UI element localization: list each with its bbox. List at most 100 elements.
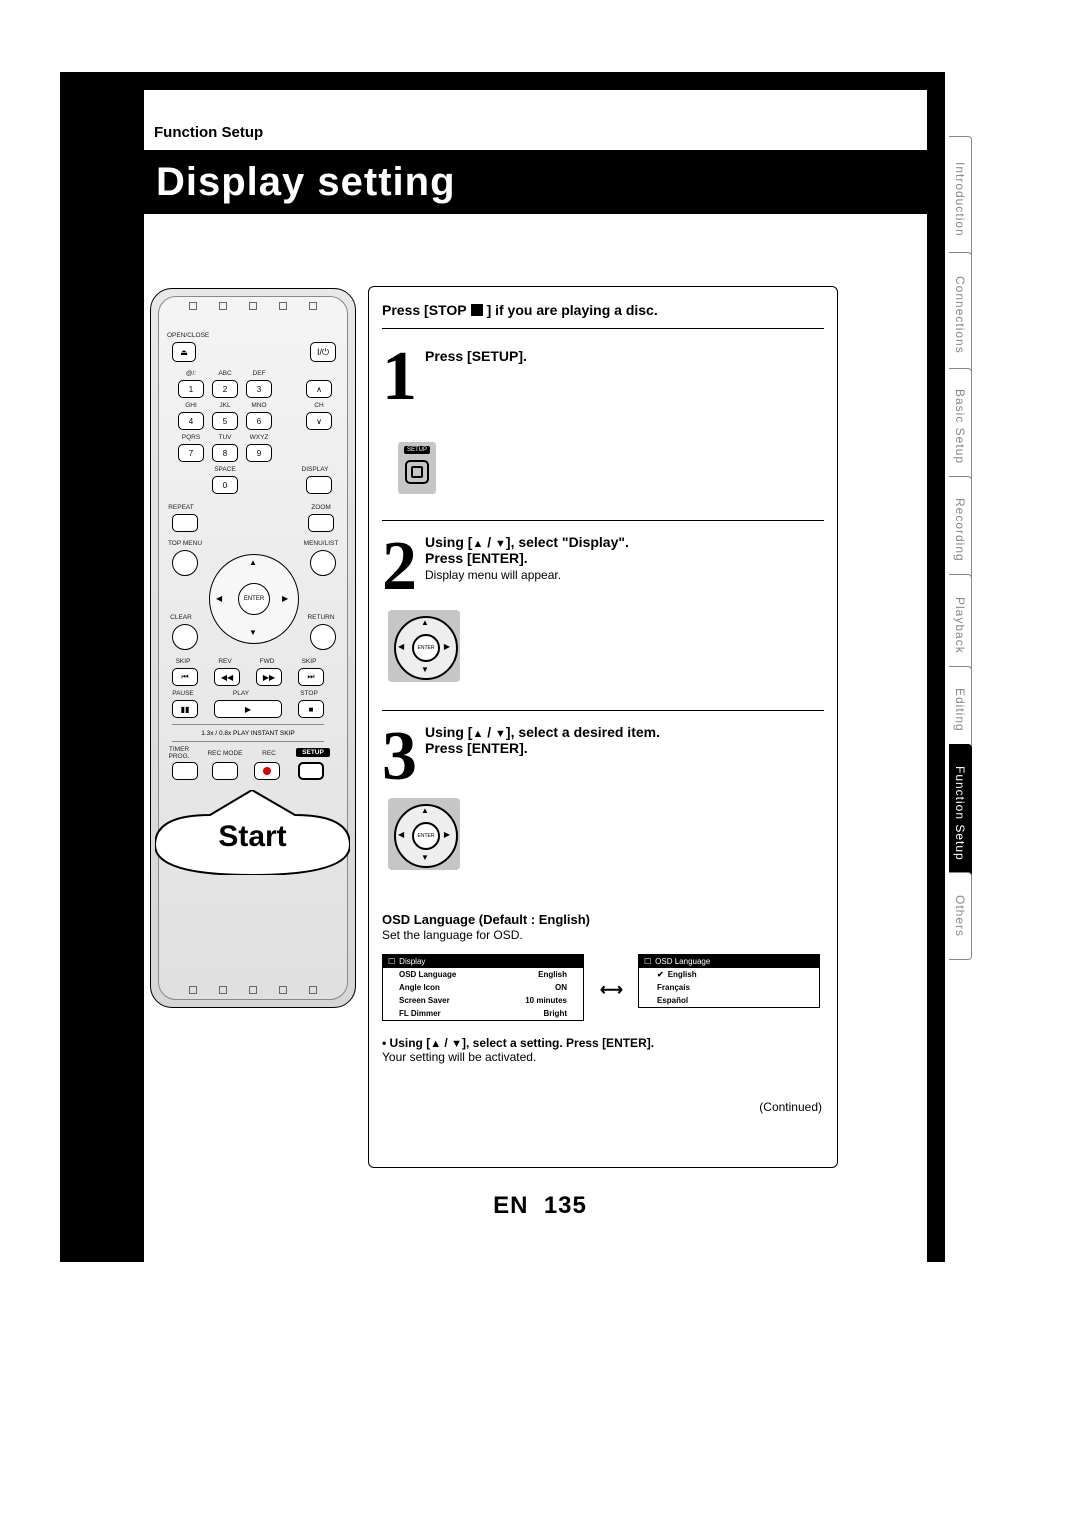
menu-list-button[interactable] <box>310 550 336 576</box>
tab-basic-setup[interactable]: Basic Setup <box>949 368 972 486</box>
label-stop: STOP <box>294 690 324 697</box>
step-3-number: 3 <box>382 722 417 792</box>
key-0[interactable]: 0 <box>212 476 238 494</box>
key-2[interactable]: 2 <box>212 380 238 398</box>
top-menu-button[interactable] <box>172 550 198 576</box>
key-5[interactable]: 5 <box>212 412 238 430</box>
continued-label: (Continued) <box>759 1100 822 1114</box>
frame-right <box>927 72 945 1262</box>
kl-8: TUV <box>210 434 240 441</box>
tab-introduction[interactable]: Introduction <box>949 136 972 262</box>
key-3[interactable]: 3 <box>246 380 272 398</box>
top-instruction: Press [STOP ] if you are playing a disc. <box>382 302 658 318</box>
instruction-panel: Press [STOP ] if you are playing a disc.… <box>368 290 838 1160</box>
label-clear: CLEAR <box>166 614 196 621</box>
label-top-menu: TOP MENU <box>160 540 210 547</box>
dpad-down-icon: ▼ <box>249 628 257 637</box>
label-fwd: FWD <box>252 658 282 665</box>
osd-heading: OSD Language (Default : English) Set the… <box>382 912 590 942</box>
kl-2: ABC <box>210 370 240 377</box>
tab-others[interactable]: Others <box>949 872 972 960</box>
tab-connections[interactable]: Connections <box>949 252 972 378</box>
zoom-button[interactable] <box>308 514 334 532</box>
rec-mode-button[interactable] <box>212 762 238 780</box>
kl-7: PQRS <box>176 434 206 441</box>
dpad-diagram-1: ENTER ▲ ▼ ◀ ▶ <box>388 610 460 682</box>
pause-button[interactable]: ▮▮ <box>172 700 198 718</box>
key-9[interactable]: 9 <box>246 444 272 462</box>
enter-button[interactable]: ENTER <box>238 583 270 615</box>
tab-recording[interactable]: Recording <box>949 476 972 584</box>
label-rec-mode: REC MODE <box>200 750 250 757</box>
start-callout: Start <box>155 790 350 875</box>
page-title-band: Display setting <box>144 150 927 214</box>
play-button[interactable]: ▶ <box>214 700 282 718</box>
kl-9: WXYZ <box>244 434 274 441</box>
return-button[interactable] <box>310 624 336 650</box>
key-6[interactable]: 6 <box>246 412 272 430</box>
label-return: RETURN <box>306 614 336 621</box>
section-label: Function Setup <box>154 124 263 141</box>
double-arrow-icon: ⟷ <box>600 980 623 1000</box>
step-2-number: 2 <box>382 532 417 602</box>
ch-up-button[interactable]: ∧ <box>306 380 332 398</box>
tab-function-setup[interactable]: Function Setup <box>949 744 972 882</box>
dpad-up-icon: ▲ <box>249 558 257 567</box>
kl-5: JKL <box>210 402 240 409</box>
timer-prog-button[interactable] <box>172 762 198 780</box>
key-8[interactable]: 8 <box>212 444 238 462</box>
tab-editing[interactable]: Editing <box>949 666 972 754</box>
manual-page: Function Setup Display setting OPEN/CLOS… <box>0 0 1080 1528</box>
rec-button[interactable] <box>254 762 280 780</box>
label-ch: CH <box>304 402 334 409</box>
frame-left <box>60 72 144 1262</box>
skip-back-button[interactable]: ⏮ <box>172 668 198 686</box>
label-repeat: REPEAT <box>166 504 196 511</box>
eject-button[interactable]: ⏏ <box>172 342 196 362</box>
dpad-right-icon: ▶ <box>282 594 288 603</box>
stop-button[interactable]: ■ <box>298 700 324 718</box>
start-label: Start <box>155 820 350 854</box>
kl-1: @/: <box>176 370 206 377</box>
dpad-diagram-2: ENTER ▲ ▼ ◀ ▶ <box>388 798 460 870</box>
label-pause: PAUSE <box>168 690 198 697</box>
label-menu-list: MENU/LIST <box>296 540 346 547</box>
step-2-note: Display menu will appear. <box>425 568 561 582</box>
osd-language-menu: ☐OSD Language English Français Español <box>638 954 820 1008</box>
label-skip-fwd: SKIP <box>294 658 324 665</box>
clear-button[interactable] <box>172 624 198 650</box>
page-title: Display setting <box>156 160 456 205</box>
remote-illustration: OPEN/CLOSE ⏏ I/⏻ @/: ABC DEF 1 2 3 ∧ GHI… <box>150 288 356 1008</box>
display-button[interactable] <box>306 476 332 494</box>
ch-down-button[interactable]: ∨ <box>306 412 332 430</box>
label-skip-back: SKIP <box>168 658 198 665</box>
remote-bottom-dots <box>189 986 317 994</box>
step-1-text: Press [SETUP]. <box>425 348 527 364</box>
skip-fwd-button[interactable]: ⏭ <box>298 668 324 686</box>
label-open-close: OPEN/CLOSE <box>167 332 197 339</box>
key-7[interactable]: 7 <box>178 444 204 462</box>
key-4[interactable]: 4 <box>178 412 204 430</box>
using-line: • Using [▲ / ▼], select a setting. Press… <box>382 1036 654 1064</box>
label-play: PLAY <box>216 690 266 697</box>
remote-top-dots <box>189 302 317 310</box>
setup-button[interactable] <box>298 762 324 780</box>
rev-button[interactable]: ◀◀ <box>214 668 240 686</box>
dpad-left-icon: ◀ <box>216 594 222 603</box>
label-display: DISPLAY <box>300 466 330 473</box>
label-timer-prog: TIMER PROG. <box>164 746 194 760</box>
stop-icon <box>471 304 483 316</box>
fwd-button[interactable]: ▶▶ <box>256 668 282 686</box>
key-1[interactable]: 1 <box>178 380 204 398</box>
label-space: SPACE <box>210 466 240 473</box>
speed-strip: 1.3x / 0.8x PLAY INSTANT SKIP <box>172 724 324 742</box>
page-footer: EN 135 <box>0 1192 1080 1220</box>
step-1-number: 1 <box>382 342 417 412</box>
power-button[interactable]: I/⏻ <box>310 342 336 362</box>
setup-button-diagram: SETUP <box>398 442 436 494</box>
record-dot-icon <box>263 767 271 775</box>
repeat-button[interactable] <box>172 514 198 532</box>
tab-playback[interactable]: Playback <box>949 574 972 676</box>
label-zoom: ZOOM <box>306 504 336 511</box>
kl-6: MNO <box>244 402 274 409</box>
